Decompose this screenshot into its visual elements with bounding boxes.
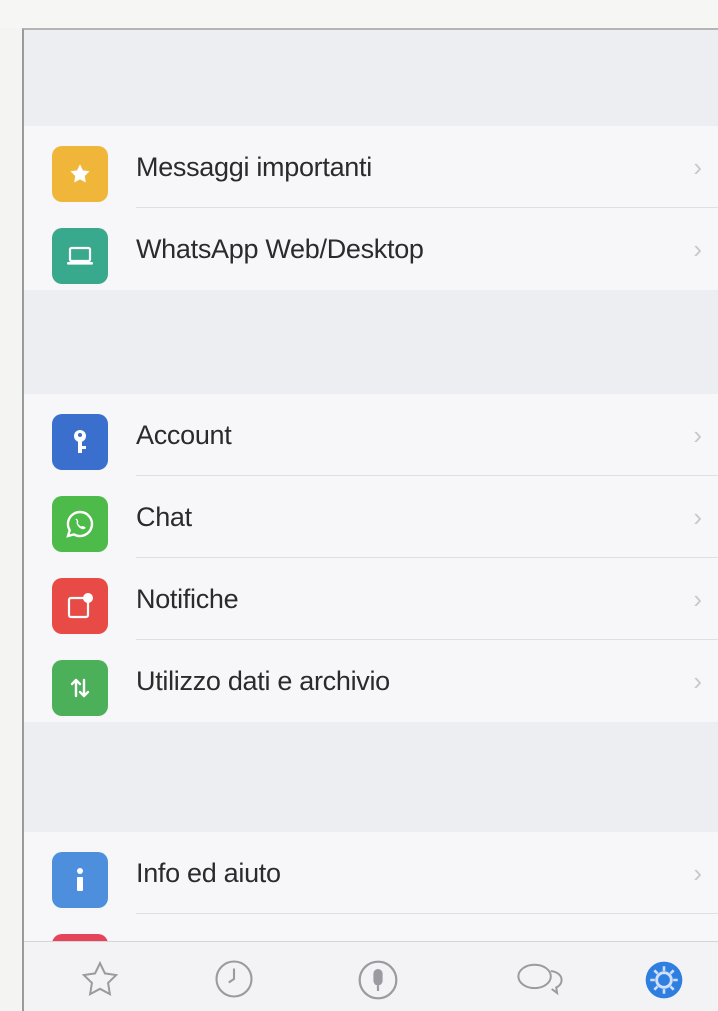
settings-row-label: WhatsApp Web/Desktop [136, 233, 424, 264]
settings-row-label: Info ed aiuto [136, 857, 281, 888]
settings-row-label: Account [136, 419, 232, 450]
settings-row-label: Utilizzo dati e archivio [136, 665, 390, 696]
settings-screen: Messaggi importanti › WhatsApp Web/Deskt… [22, 28, 718, 1011]
settings-row-label: Notifiche [136, 583, 239, 614]
gear-icon [645, 961, 683, 999]
settings-row-notifications[interactable]: Notifiche › [24, 558, 718, 640]
settings-row-label: Messaggi importanti [136, 151, 372, 182]
notification-icon [52, 578, 108, 634]
chevron-right-icon: › [693, 419, 702, 450]
top-margin [0, 0, 718, 28]
tab-settings[interactable] [636, 958, 692, 1011]
star-outline-icon [81, 960, 119, 996]
microphone-icon [358, 960, 398, 1000]
star-icon [52, 146, 108, 202]
settings-row-account[interactable]: Account › [24, 394, 718, 476]
data-arrows-icon [52, 660, 108, 716]
section-gap [24, 30, 718, 126]
settings-row-whatsapp-web[interactable]: WhatsApp Web/Desktop › [24, 208, 718, 290]
tab-bar [24, 941, 718, 1011]
settings-group-2: Account › Chat › Notifiche › Utilizzo da… [24, 394, 718, 722]
settings-row-label: Chat [136, 501, 192, 532]
clock-icon [215, 960, 253, 998]
settings-row-chat[interactable]: Chat › [24, 476, 718, 558]
tab-calls[interactable] [350, 958, 406, 1011]
settings-group-1: Messaggi importanti › WhatsApp Web/Deskt… [24, 126, 718, 290]
tab-starred[interactable] [72, 958, 128, 1011]
chevron-right-icon: › [693, 151, 702, 182]
chevron-right-icon: › [693, 501, 702, 532]
chevron-right-icon: › [693, 583, 702, 614]
chevron-right-icon: › [693, 857, 702, 888]
laptop-icon [52, 228, 108, 284]
settings-row-starred-messages[interactable]: Messaggi importanti › [24, 126, 718, 208]
settings-row-help[interactable]: Info ed aiuto › [24, 832, 718, 914]
tab-status[interactable] [206, 958, 262, 1011]
settings-row-data-storage[interactable]: Utilizzo dati e archivio › [24, 640, 718, 722]
key-icon [52, 414, 108, 470]
whatsapp-icon [52, 496, 108, 552]
section-gap [24, 290, 718, 394]
chevron-right-icon: › [693, 233, 702, 264]
tab-chats[interactable] [512, 958, 568, 1011]
info-icon [52, 852, 108, 908]
chat-bubbles-icon [517, 963, 563, 996]
section-gap [24, 722, 718, 832]
chevron-right-icon: › [693, 665, 702, 696]
